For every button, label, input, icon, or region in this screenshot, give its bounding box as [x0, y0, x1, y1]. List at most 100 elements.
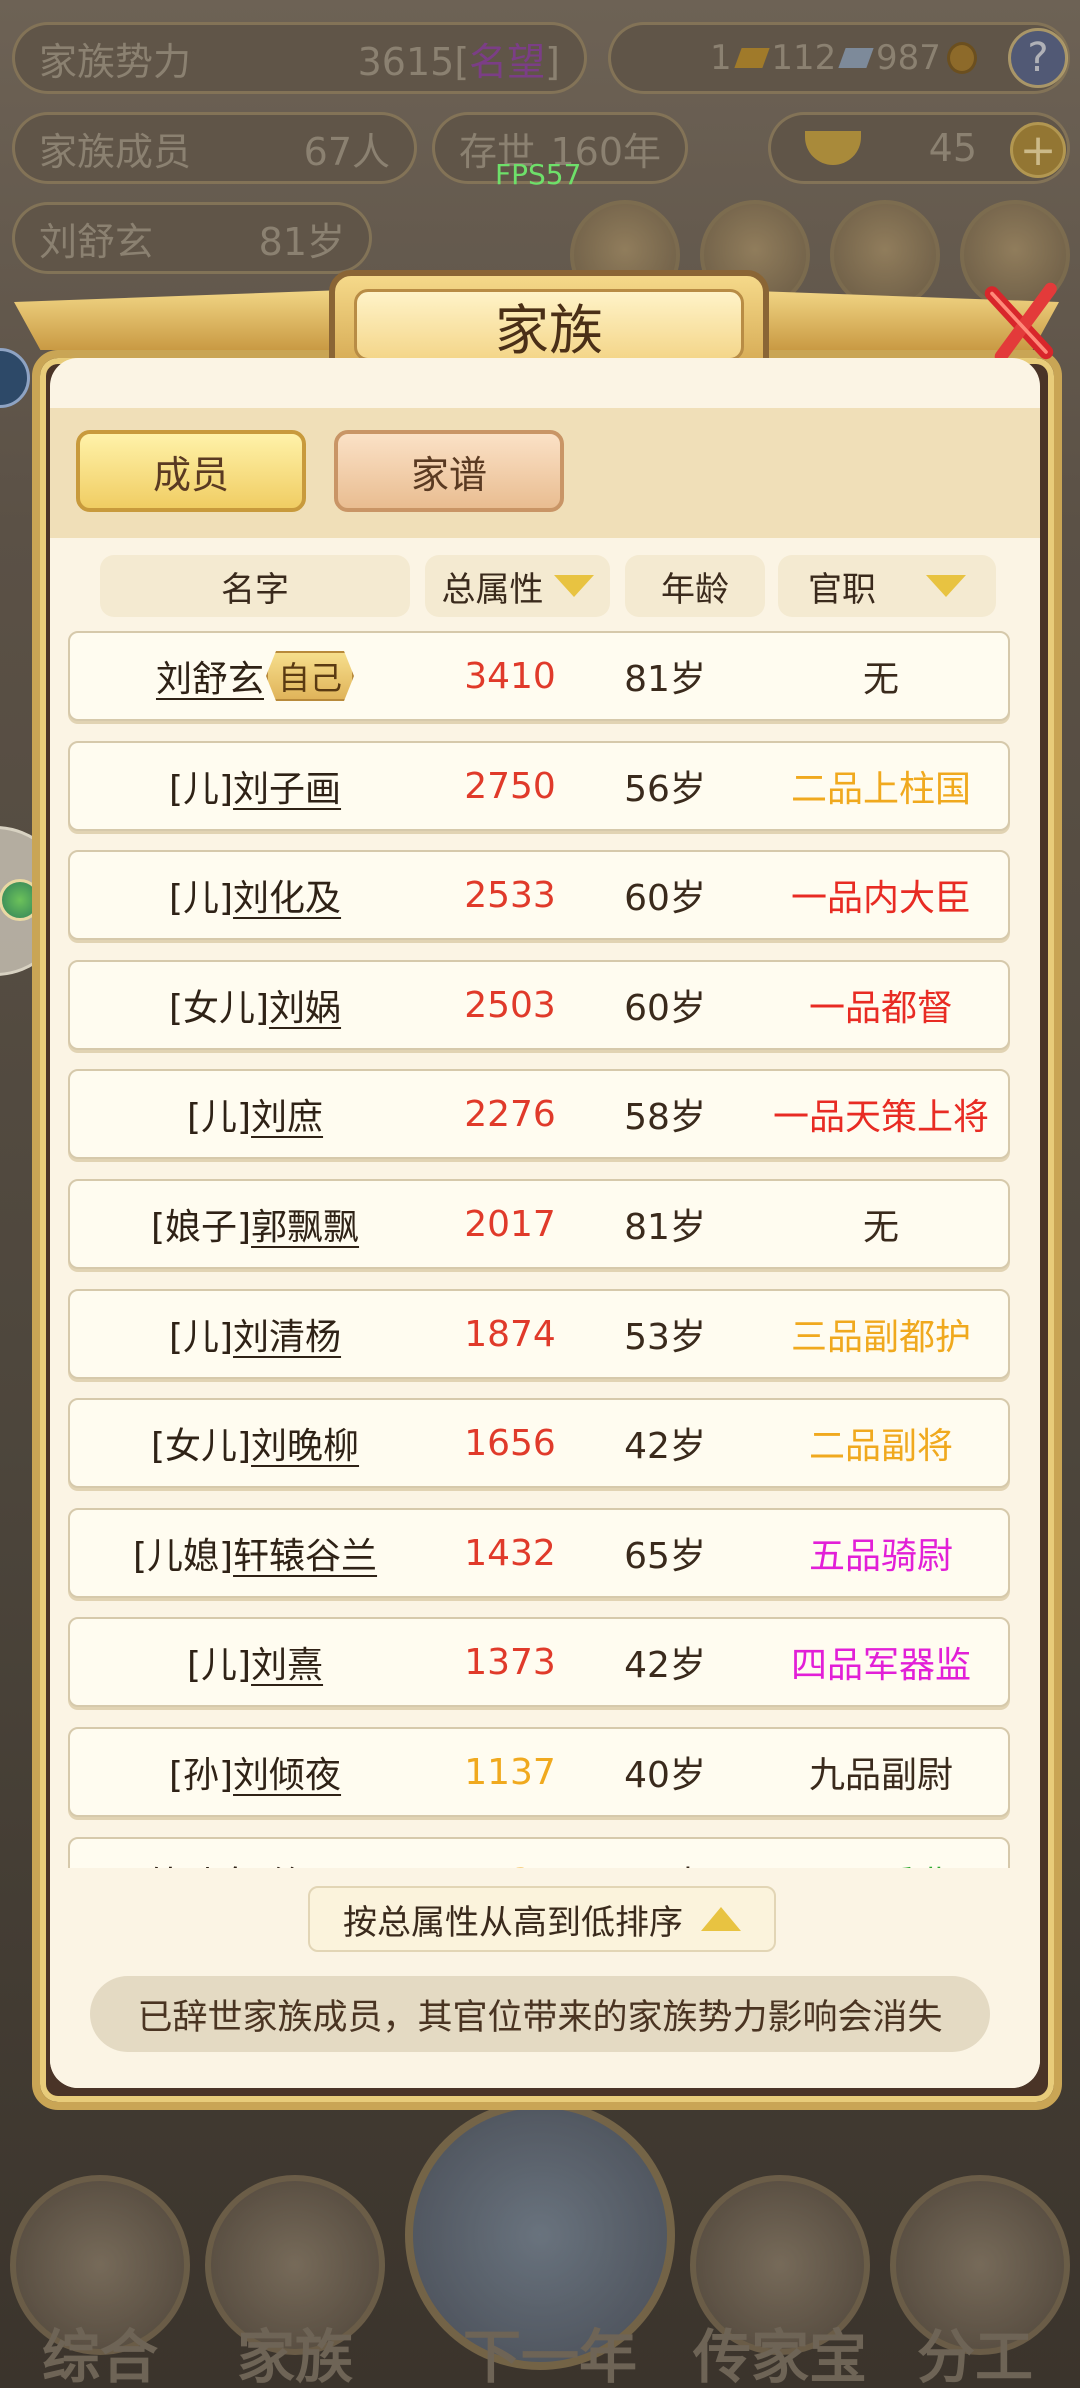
- member-total-score: 2017: [464, 1203, 556, 1245]
- member-office: 无: [862, 659, 899, 700]
- clan-power-value: 3615[名望]: [357, 39, 560, 84]
- member-name-cell[interactable]: [孙] 刘倾夜: [70, 1729, 440, 1815]
- member-office: 三品副都护: [790, 1317, 971, 1358]
- member-relation: [儿媳]: [132, 1536, 234, 1577]
- title-wing-left: [14, 290, 344, 350]
- member-list: 刘舒玄 自己 3410 81岁无 [儿] 刘子画 2750 56岁 二品上柱国 [儿] 刘化及 253…: [68, 631, 1010, 1881]
- member-name-link[interactable]: 刘熹: [251, 1636, 323, 1688]
- ingot-value: 45: [928, 126, 977, 170]
- member-total-score: 2503: [464, 984, 556, 1026]
- nav-next-year-label: 下一年: [462, 2323, 637, 2388]
- member-office: 一品天策上将: [772, 1097, 989, 1138]
- members-stat: 家族成员 67人: [12, 112, 417, 184]
- members-value: 67人: [303, 129, 390, 174]
- column-header-office[interactable]: 官职: [778, 555, 996, 617]
- nav-clan-label: 家族: [236, 2323, 353, 2388]
- member-name-cell[interactable]: [女儿] 刘娲: [70, 962, 440, 1048]
- member-age: 81岁: [624, 1207, 706, 1248]
- member-name-cell[interactable]: 刘舒玄 自己: [70, 633, 440, 719]
- member-row[interactable]: [儿] 刘熹 1373 42岁 四品军器监: [68, 1617, 1010, 1707]
- member-row[interactable]: [儿] 刘清杨 1874 53岁 三品副都护: [68, 1289, 1010, 1379]
- member-name-link[interactable]: 轩辕谷兰: [233, 1527, 377, 1579]
- silver-count: 112: [771, 38, 837, 78]
- member-age: 60岁: [624, 988, 706, 1029]
- member-total-score: 3410: [464, 655, 556, 697]
- member-total-score: 1432: [464, 1532, 556, 1574]
- coin-count: 987: [876, 38, 941, 78]
- member-name-cell[interactable]: [儿] 刘清杨: [70, 1291, 440, 1377]
- member-total-score: 1137: [464, 1751, 556, 1793]
- tab-members[interactable]: 成员: [76, 430, 306, 512]
- member-relation: [娘子]: [150, 1207, 252, 1248]
- help-icon[interactable]: ?: [1008, 28, 1068, 88]
- tab-family-tree[interactable]: 家谱: [334, 430, 564, 512]
- member-name-cell[interactable]: [儿] 刘化及: [70, 852, 440, 938]
- member-total-score: 2750: [464, 765, 556, 807]
- add-ingot-button[interactable]: +: [1010, 122, 1066, 178]
- column-header-total[interactable]: 总属性: [425, 555, 610, 617]
- fps-counter: FPS57: [495, 158, 582, 191]
- member-name-link[interactable]: 刘清杨: [233, 1308, 341, 1360]
- member-relation: [儿]: [186, 1097, 252, 1138]
- member-name-cell[interactable]: [娘子] 郭飘飘: [70, 1181, 440, 1267]
- member-row[interactable]: [孙] 刘倾夜 1137 40岁 九品副尉: [68, 1727, 1010, 1817]
- member-name-cell[interactable]: [儿] 刘熹: [70, 1619, 440, 1705]
- member-relation: [女儿]: [150, 1426, 252, 1467]
- member-name-cell[interactable]: [儿] 刘子画: [70, 743, 440, 829]
- member-name-link[interactable]: 刘子画: [233, 760, 341, 812]
- member-total-score: 1373: [464, 1641, 556, 1683]
- member-relation: [女儿]: [168, 988, 270, 1029]
- member-total-score: 2533: [464, 874, 556, 916]
- member-office: 九品副尉: [808, 1755, 953, 1796]
- member-row[interactable]: [娘子] 郭飘飘 2017 81岁 无: [68, 1179, 1010, 1269]
- member-name-link[interactable]: 刘倾夜: [233, 1746, 341, 1798]
- ingot-icon: [805, 131, 861, 165]
- member-row[interactable]: [女儿] 刘晚柳 1656 42岁 二品副将: [68, 1398, 1010, 1488]
- member-name-cell[interactable]: [儿媳] 轩辕谷兰: [70, 1510, 440, 1596]
- column-header-age: 年龄: [625, 555, 765, 617]
- coin-icon: [946, 42, 977, 74]
- member-name-cell[interactable]: [儿] 刘庶: [70, 1071, 440, 1157]
- member-office: 一品内大臣: [790, 878, 971, 919]
- resources-bar: 1 112 987: [608, 22, 1070, 94]
- member-total-score: 1656: [464, 1422, 556, 1464]
- column-header-name: 名字: [100, 555, 410, 617]
- member-relation: [儿]: [168, 1317, 234, 1358]
- nav-heirloom-label: 传家宝: [692, 2323, 867, 2388]
- member-row[interactable]: [儿] 刘庶 2276 58岁 一品天策上将: [68, 1069, 1010, 1159]
- member-name-link[interactable]: 刘舒玄: [156, 650, 264, 702]
- member-age: 65岁: [624, 1536, 706, 1577]
- clan-power-stat: 家族势力 3615[名望]: [12, 22, 587, 94]
- member-row[interactable]: [儿] 刘子画 2750 56岁 二品上柱国: [68, 741, 1010, 831]
- member-name-link[interactable]: 刘庶: [251, 1088, 323, 1140]
- tab-bar: 成员 家谱: [50, 408, 1040, 538]
- member-name-link[interactable]: 郭飘飘: [251, 1198, 359, 1250]
- gold-bar-icon: [734, 48, 770, 68]
- clan-power-label: 家族势力: [39, 39, 192, 84]
- member-relation: [儿]: [168, 878, 234, 919]
- member-age: 58岁: [624, 1097, 706, 1138]
- player-name: 刘舒玄: [39, 219, 154, 264]
- member-office: 四品军器监: [790, 1645, 971, 1686]
- member-name-link[interactable]: 刘化及: [233, 869, 341, 921]
- member-row[interactable]: 刘舒玄 自己 3410 81岁 无: [68, 631, 1010, 721]
- clan-power-rank: 名望: [469, 39, 546, 84]
- member-office: 二品上柱国: [790, 769, 971, 810]
- sort-toggle-button[interactable]: 按总属性从高到低排序: [308, 1886, 776, 1952]
- bottom-nav: 综合 家族 下一年 传家宝 分工: [0, 2080, 1080, 2388]
- member-row[interactable]: [儿媳] 轩辕谷兰 1432 65岁 五品骑尉: [68, 1508, 1010, 1598]
- member-name-link[interactable]: 刘娲: [269, 979, 341, 1031]
- member-row[interactable]: [儿] 刘化及 2533 60岁 一品内大臣: [68, 850, 1010, 940]
- member-name-cell[interactable]: [女儿] 刘晚柳: [70, 1400, 440, 1486]
- member-name-link[interactable]: 刘晚柳: [251, 1417, 359, 1469]
- member-row[interactable]: [女儿] 刘娲 2503 60岁 一品都督: [68, 960, 1010, 1050]
- gold-bar-count: 1: [710, 38, 732, 78]
- dialog-panel: 成员 家谱 名字 总属性 年龄 官职 刘舒玄 自己 3410 81岁无 [儿] 刘子画 27…: [50, 358, 1040, 2088]
- member-age: 42岁: [624, 1645, 706, 1686]
- member-age: 81岁: [624, 659, 706, 700]
- member-office: 二品副将: [808, 1426, 953, 1467]
- player-age: 81岁: [258, 219, 345, 264]
- member-total-score: 2276: [464, 1093, 556, 1135]
- nav-assign-label: 分工: [916, 2323, 1033, 2388]
- deceased-notice: 已辞世家族成员，其官位带来的家族势力影响会消失: [90, 1976, 990, 2052]
